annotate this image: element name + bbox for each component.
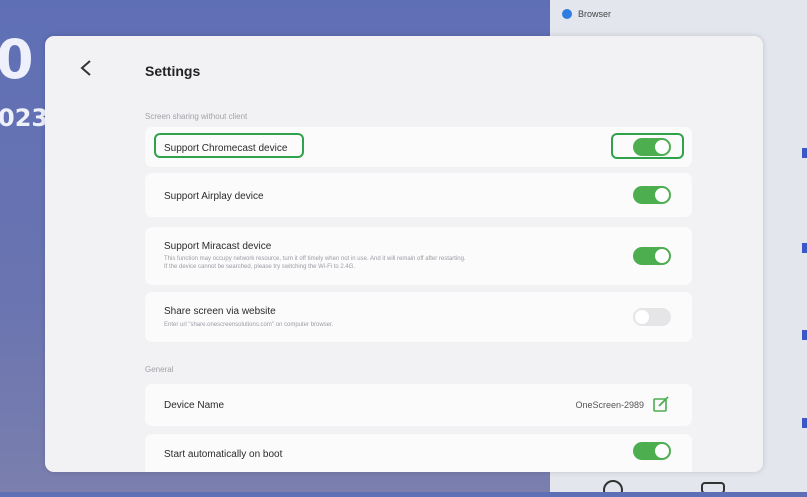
airplay-toggle[interactable] xyxy=(633,186,671,204)
chevron-left-icon xyxy=(80,60,91,76)
miracast-toggle[interactable] xyxy=(633,247,671,265)
setting-label: Support Miracast device xyxy=(164,241,272,252)
background-date: 023 xyxy=(0,104,49,132)
page-title: Settings xyxy=(145,63,201,79)
browser-label: Browser xyxy=(578,9,612,19)
setting-description: Enter url "share.onescreensolutions.com"… xyxy=(164,322,334,328)
setting-row-miracast[interactable]: Support Miracast device This function ma… xyxy=(145,227,692,285)
setting-row-autostart[interactable]: Start automatically on boot xyxy=(145,434,692,472)
browser-icon xyxy=(562,9,572,19)
setting-label: Support Chromecast device xyxy=(164,143,288,154)
settings-panel: Settings Screen sharing without client S… xyxy=(45,36,763,472)
edge-marker xyxy=(802,418,807,428)
back-button[interactable] xyxy=(79,58,93,84)
edge-marker xyxy=(802,330,807,340)
dock-icon[interactable] xyxy=(598,475,628,497)
setting-description: If the device cannot be searched, please… xyxy=(164,264,356,270)
autostart-toggle[interactable] xyxy=(633,442,671,460)
setting-row-device-name[interactable]: Device Name OneScreen-2989 xyxy=(145,384,692,426)
share-website-toggle[interactable] xyxy=(633,308,671,326)
device-name-value: OneScreen-2989 xyxy=(575,400,644,410)
edge-marker xyxy=(802,148,807,158)
setting-label: Device Name xyxy=(164,400,225,411)
browser-item[interactable]: Browser xyxy=(562,9,611,19)
setting-row-share-website[interactable]: Share screen via website Enter url "shar… xyxy=(145,292,692,342)
edit-icon[interactable] xyxy=(652,395,670,418)
background-clock: 0 xyxy=(0,28,34,91)
setting-label: Support Airplay device xyxy=(164,191,264,202)
setting-row-airplay[interactable]: Support Airplay device xyxy=(145,173,692,217)
setting-row-chromecast[interactable]: Support Chromecast device xyxy=(145,127,692,167)
section-label: General xyxy=(145,365,174,374)
edge-marker xyxy=(802,243,807,253)
chromecast-toggle[interactable] xyxy=(633,138,671,156)
setting-description: This function may occupy network resourc… xyxy=(164,256,466,262)
section-label: Screen sharing without client xyxy=(145,112,248,121)
setting-label: Start automatically on boot xyxy=(164,449,283,460)
dock-icon[interactable] xyxy=(700,475,726,497)
setting-label: Share screen via website xyxy=(164,306,276,317)
